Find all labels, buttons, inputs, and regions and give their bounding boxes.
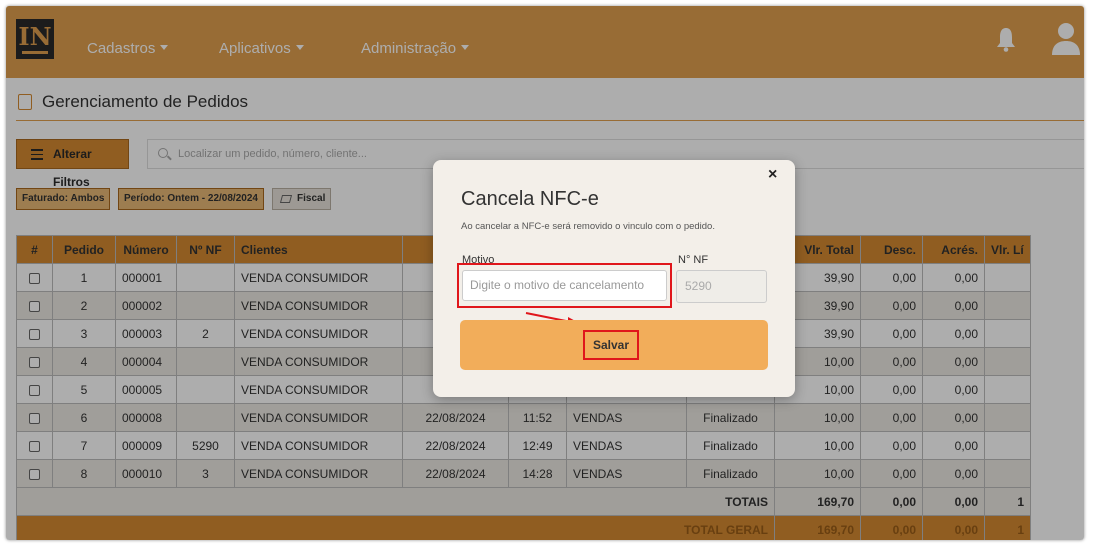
- close-icon[interactable]: ×: [768, 166, 777, 184]
- highlight-box-salvar: [583, 330, 639, 360]
- app-window: IN Cadastros Aplicativos Administração G…: [6, 6, 1084, 540]
- modal-title: Cancela NFC-e: [461, 188, 599, 210]
- nf-label: N° NF: [678, 254, 709, 266]
- modal-subtitle: Ao cancelar a NFC-e será removido o vinc…: [461, 221, 715, 232]
- cancel-nfce-modal: × Cancela NFC-e Ao cancelar a NFC-e será…: [433, 160, 795, 397]
- nf-input: 5290: [676, 270, 767, 303]
- highlight-box-motivo: [457, 263, 672, 308]
- nf-value: 5290: [685, 279, 712, 293]
